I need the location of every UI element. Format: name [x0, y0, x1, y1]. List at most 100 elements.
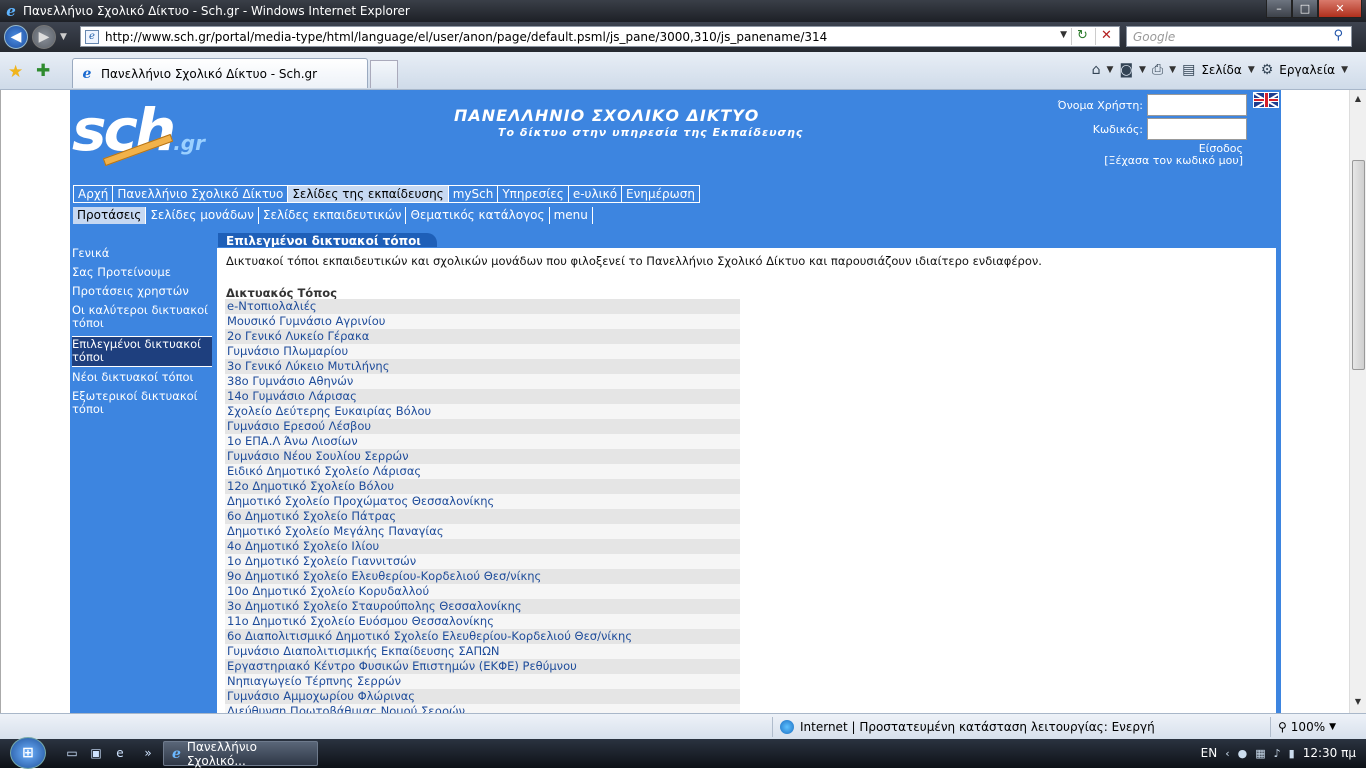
scroll-down-icon[interactable]: ▼	[1352, 697, 1364, 709]
main-menu-item-6[interactable]: Ενημέρωση	[622, 186, 700, 203]
tray-network-icon[interactable]: ▦	[1255, 747, 1265, 760]
start-button[interactable]: ⊞	[10, 737, 46, 769]
site-link[interactable]: Γυμνάσιο Ερεσού Λέσβου	[225, 419, 740, 434]
page-dropdown-icon[interactable]: ▼	[1248, 65, 1255, 75]
sidebar-item-6[interactable]: Εξωτερικοί δικτυακοί τόποι	[72, 390, 212, 416]
new-tab-button[interactable]	[370, 60, 398, 88]
scroll-thumb[interactable]	[1352, 160, 1365, 370]
address-dropdown-icon[interactable]: ▼	[1060, 30, 1067, 40]
username-field[interactable]	[1147, 94, 1247, 116]
site-link[interactable]: Μουσικό Γυμνάσιο Αγρινίου	[225, 314, 740, 329]
sidebar-item-3[interactable]: Οι καλύτεροι δικτυακοί τόποι	[72, 304, 212, 330]
home-dropdown-icon[interactable]: ▼	[1107, 65, 1114, 75]
main-menu-item-5[interactable]: e-υλικό	[568, 186, 623, 203]
scroll-up-icon[interactable]: ▲	[1352, 94, 1364, 106]
content-panel: Δικτυακοί τόποι εκπαιδευτικών και σχολικ…	[216, 247, 1277, 713]
site-link[interactable]: 3ο Δημοτικό Σχολείο Σταυρούπολης Θεσσαλο…	[225, 599, 740, 614]
sidebar-item-5[interactable]: Νέοι δικτυακοί τόποι	[72, 371, 212, 384]
print-dropdown-icon[interactable]: ▼	[1169, 65, 1176, 75]
site-link[interactable]: 10ο Δημοτικό Σχολείο Κορυδαλλού	[225, 584, 740, 599]
address-bar[interactable]: e http://www.sch.gr/portal/media-type/ht…	[80, 26, 1120, 47]
search-icon[interactable]: ⚲	[1333, 28, 1343, 43]
switch-windows-icon[interactable]: ▣	[88, 746, 104, 760]
zoom-control[interactable]: ⚲ 100% ▼	[1278, 720, 1336, 734]
tray-app-icon[interactable]: ●	[1238, 747, 1248, 760]
main-menu-item-2[interactable]: Σελίδες της εκπαίδευσης	[288, 186, 449, 203]
sidebar-item-4[interactable]: Επιλεγμένοι δικτυακοί τόποι	[72, 336, 212, 367]
clock[interactable]: 12:30 πμ	[1303, 746, 1356, 760]
sub-menu-item-3[interactable]: Θεματικός κατάλογος	[406, 207, 550, 224]
site-link[interactable]: Γυμνάσιο Αμμοχωρίου Φλώρινας	[225, 689, 740, 704]
site-link[interactable]: Γυμνάσιο Διαπολιτισμικής Εκπαίδευσης ΣΑΠ…	[225, 644, 740, 659]
main-menu-item-1[interactable]: Πανελλήνιο Σχολικό Δίκτυο	[113, 186, 289, 203]
language-indicator[interactable]: EN	[1201, 746, 1218, 760]
vertical-scrollbar[interactable]: ▲ ▼	[1349, 90, 1366, 713]
site-link[interactable]: 1ο Δημοτικό Σχολείο Γιαννιτσών	[225, 554, 740, 569]
feeds-dropdown-icon[interactable]: ▼	[1139, 65, 1146, 75]
sidebar-item-2[interactable]: Προτάσεις χρηστών	[72, 285, 212, 298]
site-link[interactable]: Νηπιαγωγείο Τέρπνης Σερρών	[225, 674, 740, 689]
sub-menu: Προτάσεις Σελίδες μονάδων Σελίδες εκπαιδευ…	[73, 207, 593, 225]
site-link[interactable]: Γυμνάσιο Πλωμαρίου	[225, 344, 740, 359]
quicklaunch-ie-icon[interactable]: e	[112, 746, 128, 760]
site-link[interactable]: Εργαστηριακό Κέντρο Φυσικών Επιστημών (Ε…	[225, 659, 740, 674]
security-zone[interactable]: Internet | Προστατευμένη κατάσταση λειτο…	[780, 720, 1155, 734]
site-link[interactable]: Ειδικό Δημοτικό Σχολείο Λάρισας	[225, 464, 740, 479]
site-link[interactable]: 4ο Δημοτικό Σχολείο Ιλίου	[225, 539, 740, 554]
forgot-password-link[interactable]: [Ξέχασα τον κωδικό μου]	[1104, 154, 1243, 167]
forward-button[interactable]: ▶	[32, 25, 56, 49]
show-desktop-icon[interactable]: ▭	[64, 746, 80, 760]
sub-menu-item-2[interactable]: Σελίδες εκπαιδευτικών	[259, 207, 407, 224]
stop-icon[interactable]: ✕	[1095, 28, 1117, 45]
site-link[interactable]: 12ο Δημοτικό Σχολείο Βόλου	[225, 479, 740, 494]
sub-menu-item-0[interactable]: Προτάσεις	[73, 207, 147, 224]
sub-menu-item-1[interactable]: Σελίδες μονάδων	[146, 207, 259, 224]
tray-battery-icon[interactable]: ▮	[1289, 747, 1295, 760]
sub-menu-item-4[interactable]: menu	[550, 207, 593, 224]
close-button[interactable]: ✕	[1318, 0, 1362, 18]
maximize-button[interactable]: □	[1292, 0, 1318, 18]
site-link[interactable]: 14ο Γυμνάσιο Λάρισας	[225, 389, 740, 404]
site-link[interactable]: Σχολείο Δεύτερης Ευκαιρίας Βόλου	[225, 404, 740, 419]
zoom-dropdown-icon[interactable]: ▼	[1329, 722, 1336, 732]
main-menu-item-0[interactable]: Αρχή	[74, 186, 114, 203]
back-button[interactable]: ◀	[4, 25, 28, 49]
sidebar-item-0[interactable]: Γενικά	[72, 247, 212, 260]
search-input[interactable]: Google ⚲	[1126, 26, 1352, 47]
site-link[interactable]: 38ο Γυμνάσιο Αθηνών	[225, 374, 740, 389]
site-link[interactable]: Δημοτικό Σχολείο Προχώματος Θεσσαλονίκης	[225, 494, 740, 509]
site-link[interactable]: e-Ντοπιολαλιές	[225, 299, 740, 314]
tools-menu[interactable]: Εργαλεία	[1279, 63, 1335, 77]
site-link[interactable]: 6ο Διαπολιτισμικό Δημοτικό Σχολείο Ελευθ…	[225, 629, 740, 644]
tray-expand-icon[interactable]: ‹	[1225, 747, 1229, 760]
sidebar-item-1[interactable]: Σας Προτείνουμε	[72, 266, 212, 279]
site-link[interactable]: Διεύθυνση Πρωτοβάθμιας Νομού Σερρών	[225, 704, 740, 713]
tab-active[interactable]: e Πανελλήνιο Σχολικό Δίκτυο - Sch.gr	[72, 58, 368, 88]
feeds-icon[interactable]: ◙	[1119, 62, 1133, 78]
site-link[interactable]: 11ο Δημοτικό Σχολείο Ευόσμου Θεσσαλονίκη…	[225, 614, 740, 629]
favorites-star-icon[interactable]: ★	[8, 62, 23, 82]
address-url[interactable]: http://www.sch.gr/portal/media-type/html…	[105, 30, 827, 44]
main-menu-item-3[interactable]: mySch	[448, 186, 499, 203]
password-field[interactable]	[1147, 118, 1247, 140]
add-favorites-icon[interactable]: ✚	[36, 61, 50, 81]
tray-volume-icon[interactable]: ♪	[1274, 747, 1281, 760]
taskbar-ie-window[interactable]: e Πανελλήνιο Σχολικό...	[163, 740, 318, 768]
tools-dropdown-icon[interactable]: ▼	[1341, 65, 1348, 75]
main-menu-item-4[interactable]: Υπηρεσίες	[498, 186, 569, 203]
english-flag-icon[interactable]	[1253, 92, 1279, 108]
recent-pages-dropdown-icon[interactable]: ▼	[60, 32, 67, 42]
site-link[interactable]: Γυμνάσιο Νέου Σουλίου Σερρών	[225, 449, 740, 464]
site-link[interactable]: 6ο Δημοτικό Σχολείο Πάτρας	[225, 509, 740, 524]
refresh-icon[interactable]: ↻	[1071, 28, 1093, 45]
site-link[interactable]: Δημοτικό Σχολείο Μεγάλης Παναγίας	[225, 524, 740, 539]
home-icon[interactable]: ⌂	[1092, 62, 1101, 78]
site-link[interactable]: 1ο ΕΠΑ.Λ Άνω Λιοσίων	[225, 434, 740, 449]
site-link[interactable]: 3ο Γενικό Λύκειο Μυτιλήνης	[225, 359, 740, 374]
page-menu[interactable]: Σελίδα	[1201, 63, 1241, 77]
minimize-button[interactable]: –	[1266, 0, 1292, 18]
print-icon[interactable]: ⎙	[1152, 62, 1163, 78]
quicklaunch-more-icon[interactable]: »	[140, 746, 156, 760]
site-link[interactable]: 9ο Δημοτικό Σχολείο Ελευθερίου-Κορδελιού…	[225, 569, 740, 584]
site-link[interactable]: 2ο Γενικό Λυκείο Γέρακα	[225, 329, 740, 344]
